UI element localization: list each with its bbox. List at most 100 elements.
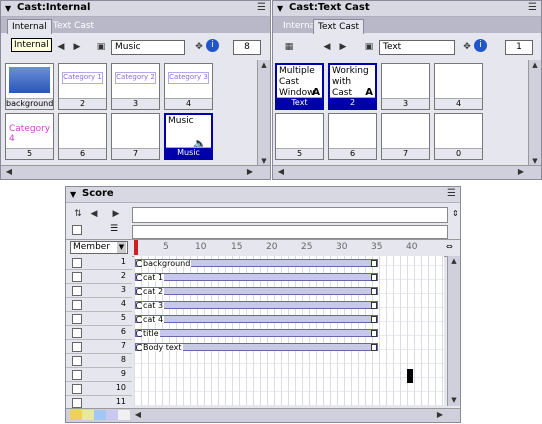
channel-toggle[interactable] [72, 370, 82, 380]
channel-toggle[interactable] [72, 314, 82, 324]
member-number-field[interactable]: 8 [233, 40, 261, 55]
score-hscroll[interactable]: ◀ ▶ [66, 408, 460, 422]
member-number-field[interactable]: 1 [505, 40, 533, 55]
score-titlebar[interactable]: ▼ Score ☰ [66, 187, 460, 203]
color-swatches[interactable] [70, 410, 130, 420]
cast-member-8[interactable]: Music 🔈 Music [164, 113, 213, 160]
scroll-right-icon[interactable]: ▶ [244, 166, 256, 178]
scroll-right-icon[interactable]: ▶ [515, 166, 527, 178]
sprite-bar[interactable]: cat 1 [135, 273, 378, 282]
sprite-bar[interactable]: cat 4 [135, 315, 378, 324]
collapse-triangle-icon[interactable]: ▼ [5, 4, 11, 13]
effects-channel-strip[interactable] [132, 207, 448, 223]
channel-toggle[interactable] [72, 286, 82, 296]
score-list-icon[interactable]: ☰ [110, 224, 118, 234]
grid-view-icon[interactable]: ▦ [281, 39, 297, 55]
cast-member-7[interactable]: 7 [111, 113, 160, 160]
channel-toggle[interactable] [72, 356, 82, 366]
channel-toggle[interactable] [72, 384, 82, 394]
prev-arrow-icon[interactable]: ◀ [86, 206, 102, 222]
tab-text-cast[interactable]: Text Cast [313, 19, 365, 34]
tab-internal[interactable]: Internal [7, 19, 52, 34]
hide-channels-icon[interactable]: ⇕ [452, 209, 459, 218]
member-name-field[interactable]: Text [379, 40, 455, 55]
scroll-left-icon[interactable]: ◀ [132, 409, 144, 421]
member-name-field[interactable]: Music [111, 40, 185, 55]
cast-internal-vscroll[interactable]: ▲ ▼ [257, 60, 270, 167]
scroll-up-icon[interactable]: ▲ [529, 60, 541, 71]
display-mode-select[interactable]: Member ▼ [70, 241, 128, 254]
member-box-icon[interactable]: ▣ [93, 39, 109, 55]
cast-member-5[interactable]: 5 [275, 113, 324, 160]
sprite-bar[interactable]: cat 3 [135, 301, 378, 310]
scroll-down-icon[interactable]: ▼ [448, 395, 460, 406]
scroll-left-icon[interactable]: ◀ [275, 166, 287, 178]
channel-toggle[interactable] [72, 328, 82, 338]
sprite-grid[interactable]: background cat 1 cat 2 cat 3 cat 4 title Body … [134, 256, 444, 406]
info-icon[interactable]: i [474, 39, 487, 52]
scroll-up-icon[interactable]: ▲ [258, 60, 270, 71]
sprite-bar[interactable]: cat 2 [135, 287, 378, 296]
drag-member-icon[interactable]: ✥ [191, 39, 207, 55]
next-arrow-icon[interactable]: ▶ [108, 206, 124, 222]
channel-row[interactable]: 5 [66, 312, 132, 326]
channel-row[interactable]: 10 [66, 382, 132, 396]
cast-text-titlebar[interactable]: ▼ Cast:Text Cast ☰ [273, 1, 541, 17]
cast-member-7[interactable]: 7 [381, 113, 430, 160]
drag-member-icon[interactable]: ✥ [459, 39, 475, 55]
member-box-icon[interactable]: ▣ [361, 39, 377, 55]
collapse-triangle-icon[interactable]: ▼ [277, 4, 283, 13]
cast-member-3[interactable]: 3 [381, 63, 430, 110]
cast-member-1[interactable]: background [5, 63, 54, 110]
channel-row[interactable]: 9 [66, 368, 132, 382]
info-icon[interactable]: i [206, 39, 219, 52]
scroll-right-icon[interactable]: ▶ [434, 409, 446, 421]
sprite-bar[interactable]: Body text [135, 343, 378, 352]
cast-member-5[interactable]: Category 4 5 [5, 113, 54, 160]
next-arrow-icon[interactable]: ▶ [335, 39, 351, 55]
score-vscroll[interactable]: ▲ ▼ [447, 256, 460, 406]
panel-menu-icon[interactable]: ☰ [447, 188, 456, 199]
channel-toggle[interactable] [72, 300, 82, 310]
prev-arrow-icon[interactable]: ◀ [319, 39, 335, 55]
label-channel-row[interactable] [132, 225, 448, 239]
cast-text-vscroll[interactable]: ▲ ▼ [528, 60, 541, 167]
channel-toggle[interactable] [72, 258, 82, 268]
cast-member-3[interactable]: Category 2 3 [111, 63, 160, 110]
collapse-triangle-icon[interactable]: ▼ [70, 190, 76, 199]
cast-member-6[interactable]: 6 [58, 113, 107, 160]
zoom-icon[interactable]: ⇔ [446, 242, 453, 251]
panel-menu-icon[interactable]: ☰ [528, 2, 537, 13]
scroll-up-icon[interactable]: ▲ [448, 256, 460, 267]
channel-row[interactable]: 4 [66, 298, 132, 312]
channel-toggle[interactable] [72, 342, 82, 352]
cast-member-2[interactable]: Category 1 2 [58, 63, 107, 110]
prev-arrow-icon[interactable]: ◀ [53, 39, 69, 55]
channel-row[interactable]: 7 [66, 340, 132, 354]
cast-text-hscroll[interactable]: ◀ ▶ [273, 165, 541, 179]
cast-member-2[interactable]: Working with Cast Window A 2 [328, 63, 377, 110]
tab-text-cast[interactable]: Text Cast [49, 19, 98, 33]
cast-internal-hscroll[interactable]: ◀ ▶ [1, 165, 270, 179]
frame-ruler[interactable]: 5 10 15 20 25 30 35 40 [138, 240, 444, 255]
scroll-left-icon[interactable]: ◀ [3, 166, 15, 178]
channel-row[interactable]: 6 [66, 326, 132, 340]
cast-member-4[interactable]: 4 [434, 63, 483, 110]
channel-row[interactable]: 3 [66, 284, 132, 298]
cast-member-6[interactable]: 6 [328, 113, 377, 160]
sprite-bar[interactable]: title [135, 329, 378, 338]
sprite-bar[interactable]: background [135, 259, 378, 268]
channel-toggle[interactable] [72, 398, 82, 408]
cast-internal-titlebar[interactable]: ▼ Cast:Internal ☰ [1, 1, 270, 17]
cast-member-1[interactable]: Multiple Cast Window A Text [275, 63, 324, 110]
panel-menu-icon[interactable]: ☰ [257, 2, 266, 13]
cast-member-8[interactable]: 0 [434, 113, 483, 160]
next-arrow-icon[interactable]: ▶ [69, 39, 85, 55]
checkbox-icon[interactable] [72, 225, 82, 235]
tempo-icon[interactable]: ⇅ [70, 206, 86, 222]
channel-toggle[interactable] [72, 272, 82, 282]
channel-row[interactable]: 1 [66, 256, 132, 270]
channel-row[interactable]: 2 [66, 270, 132, 284]
cast-member-4[interactable]: Category 3 4 [164, 63, 213, 110]
channel-row[interactable]: 8 [66, 354, 132, 368]
